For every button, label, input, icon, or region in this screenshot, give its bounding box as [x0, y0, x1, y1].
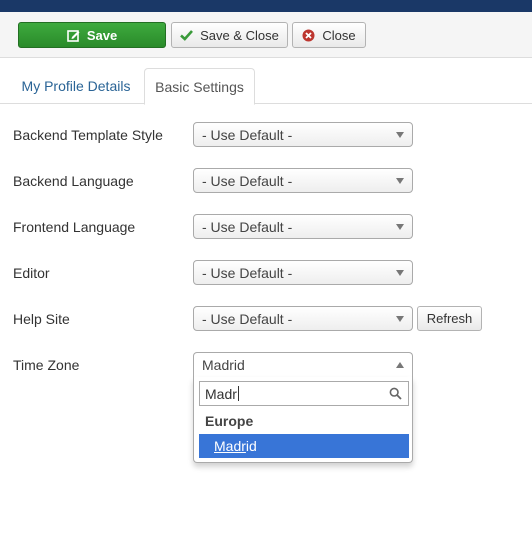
time-zone-search-text: Madr [205, 385, 237, 402]
backend-template-style-value: - Use Default - [202, 126, 293, 143]
backend-language-select[interactable]: - Use Default - [193, 168, 413, 193]
caret-down-icon [396, 132, 404, 138]
save-and-close-button[interactable]: Save & Close [171, 22, 288, 48]
help-site-select[interactable]: - Use Default - [193, 306, 413, 331]
tab-bar: My Profile Details Basic Settings [0, 68, 532, 105]
time-zone-dropdown: Madr Europe Madr id [193, 377, 413, 463]
time-zone-label: Time Zone [13, 357, 80, 373]
caret-up-icon [396, 362, 404, 368]
help-site-value: - Use Default - [202, 310, 293, 327]
time-zone-select[interactable]: Madrid [193, 352, 413, 377]
caret-down-icon [396, 178, 404, 184]
header-bar [0, 0, 532, 12]
time-zone-search-input[interactable]: Madr [199, 381, 409, 406]
backend-template-style-label: Backend Template Style [13, 127, 163, 143]
backend-template-style-select[interactable]: - Use Default - [193, 122, 413, 147]
toolbar: Save Save & Close Close [0, 12, 532, 58]
frontend-language-label: Frontend Language [13, 219, 136, 235]
option-group-europe: Europe [205, 413, 254, 429]
close-label: Close [322, 27, 356, 43]
backend-language-label: Backend Language [13, 173, 134, 189]
search-icon [389, 387, 402, 403]
tab-my-profile-details[interactable]: My Profile Details [12, 68, 140, 104]
close-circle-icon [302, 29, 315, 42]
save-and-close-label: Save & Close [200, 27, 279, 43]
text-cursor [237, 386, 239, 401]
caret-down-icon [396, 316, 404, 322]
backend-language-value: - Use Default - [202, 172, 293, 189]
time-zone-value: Madrid [202, 357, 245, 373]
option-madrid[interactable]: Madr id [199, 434, 409, 458]
option-rest-text: id [245, 438, 257, 454]
refresh-button[interactable]: Refresh [417, 306, 482, 331]
save-label: Save [86, 27, 118, 43]
editor-value: - Use Default - [202, 264, 293, 281]
edit-square-icon [67, 29, 80, 42]
caret-down-icon [396, 224, 404, 230]
editor-label: Editor [13, 265, 50, 281]
editor-select[interactable]: - Use Default - [193, 260, 413, 285]
tab-basic-settings[interactable]: Basic Settings [144, 68, 255, 105]
check-icon [180, 29, 194, 41]
option-match-text: Madr [214, 438, 246, 454]
help-site-label: Help Site [13, 311, 70, 327]
save-button[interactable]: Save [18, 22, 166, 48]
frontend-language-select[interactable]: - Use Default - [193, 214, 413, 239]
frontend-language-value: - Use Default - [202, 218, 293, 235]
caret-down-icon [396, 270, 404, 276]
close-button[interactable]: Close [292, 22, 366, 48]
